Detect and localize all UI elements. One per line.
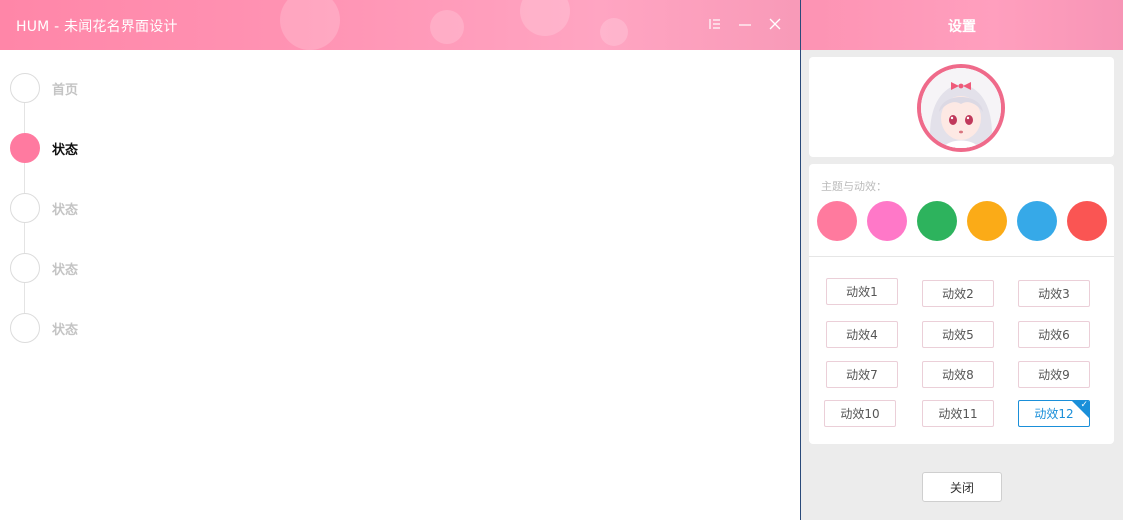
- effect-button-5[interactable]: 动效5: [922, 321, 994, 348]
- timeline-label: 状态: [52, 142, 79, 158]
- theme-swatch-red[interactable]: [1067, 201, 1107, 241]
- minimize-icon[interactable]: [735, 14, 755, 34]
- timeline-item-status[interactable]: 状态: [10, 193, 78, 223]
- theme-swatch-pink[interactable]: [817, 201, 857, 241]
- timeline-item-home[interactable]: 首页: [10, 73, 78, 103]
- theme-card: 主题与动效： 动效1 动效2 动效3 动效4 动效5 动效6 动效7 动效8 动…: [809, 164, 1114, 444]
- timeline-item-status-active[interactable]: 状态: [10, 133, 78, 163]
- settings-header: 设置: [801, 0, 1123, 50]
- divider: [809, 256, 1114, 257]
- close-icon[interactable]: [765, 14, 785, 34]
- avatar-card: [809, 57, 1114, 157]
- theme-label: 主题与动效：: [821, 180, 887, 193]
- effect-button-4[interactable]: 动效4: [826, 321, 898, 348]
- title-bar[interactable]: HUM - 未闻花名界面设计: [0, 0, 800, 50]
- effect-button-9[interactable]: 动效9: [1018, 361, 1090, 388]
- timeline-label: 状态: [52, 262, 79, 278]
- effect-button-2[interactable]: 动效2: [922, 280, 994, 307]
- settings-panel: 设置 主题与动效： 动效1 动效2 动效3 动效4 动效5 动效6 动效7 动效…: [800, 0, 1123, 520]
- theme-swatch-magenta[interactable]: [867, 201, 907, 241]
- window-title: HUM - 未闻花名界面设计: [16, 19, 178, 35]
- timeline-item-status[interactable]: 状态: [10, 313, 78, 343]
- app-root: HUM - 未闻花名界面设计 首页 状态 状态 状态 状态 设置 主题与动效： …: [0, 0, 1123, 520]
- effect-button-3[interactable]: 动效3: [1018, 280, 1090, 307]
- timeline-dot: [10, 193, 40, 223]
- timeline-label: 状态: [52, 322, 79, 338]
- close-button[interactable]: 关闭: [922, 472, 1002, 502]
- settings-title: 设置: [948, 19, 976, 35]
- main-window: HUM - 未闻花名界面设计 首页 状态 状态 状态 状态: [0, 0, 800, 520]
- effect-button-12-selected[interactable]: 动效12 ✓: [1018, 400, 1090, 427]
- check-icon: ✓: [1080, 400, 1088, 410]
- timeline-item-status[interactable]: 状态: [10, 253, 78, 283]
- effect-button-10[interactable]: 动效10: [824, 400, 896, 427]
- menu-icon[interactable]: [705, 14, 725, 34]
- effect-button-6[interactable]: 动效6: [1018, 321, 1090, 348]
- theme-swatch-orange[interactable]: [967, 201, 1007, 241]
- effect-button-8[interactable]: 动效8: [922, 361, 994, 388]
- timeline-dot: [10, 253, 40, 283]
- timeline-dot: [10, 313, 40, 343]
- timeline-label: 首页: [52, 82, 79, 98]
- avatar[interactable]: [917, 64, 1005, 152]
- theme-swatch-blue[interactable]: [1017, 201, 1057, 241]
- effect-button-7[interactable]: 动效7: [826, 361, 898, 388]
- timeline-dot: [10, 73, 40, 103]
- effect-button-11[interactable]: 动效11: [922, 400, 994, 427]
- theme-swatch-green[interactable]: [917, 201, 957, 241]
- timeline-label: 状态: [52, 202, 79, 218]
- timeline-dot-active: [10, 133, 40, 163]
- effect-button-1[interactable]: 动效1: [826, 278, 898, 305]
- timeline: 首页 状态 状态 状态 状态: [0, 50, 800, 520]
